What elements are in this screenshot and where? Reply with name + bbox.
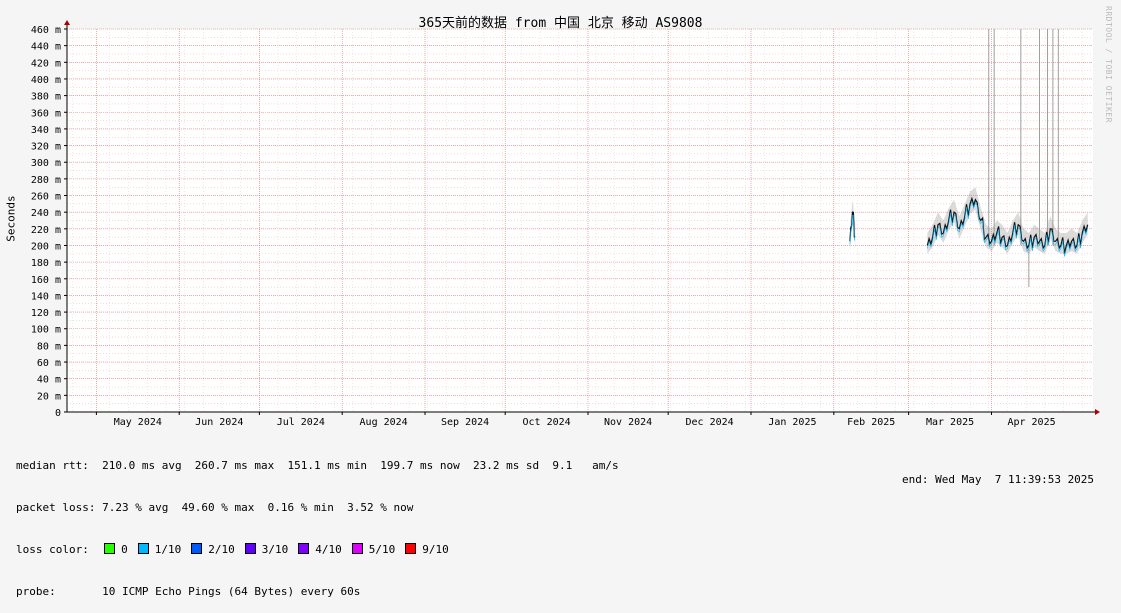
y-tick-label: 120 m [31,308,61,319]
loss-color-line: loss color: 0 1/10 2/10 3/10 4/10 5/10 9/10 [16,543,619,557]
x-tick-label: Nov 2024 [604,417,652,428]
x-tick-label: Oct 2024 [523,417,571,428]
rtt-chart: 0 20 m 40 m 60 m 80 m 100 m 120 m 140 m 160 m 180… [31,20,1100,428]
loss-color-list: 0 1/10 2/10 3/10 4/10 5/10 9/10 [102,543,457,556]
x-tick-label: Jul 2024 [277,417,325,428]
x-tick-label: Aug 2024 [360,417,408,428]
x-tick-label: Dec 2024 [686,417,734,428]
y-tick-label: 40 m [37,375,61,386]
loss-color-item-label: 0 [121,543,128,556]
loss-color-swatch [298,543,310,554]
y-tick-label: 220 m [31,225,61,236]
loss-color-item: 5/10 [350,543,396,556]
y-tick-label: 80 m [37,341,61,352]
loss-color-swatch [191,543,203,554]
y-tick-label: 0 [55,408,61,419]
packet-loss-line: packet loss: 7.23 % avg 49.60 % max 0.16… [16,501,414,514]
loss-color-item: 0 [102,543,128,556]
y-tick-label: 320 m [31,142,61,153]
loss-color-item-label: 4/10 [315,543,342,556]
x-tick-label: Jun 2024 [195,417,243,428]
loss-color-item-label: 3/10 [261,543,289,556]
y-tick-label: 380 m [31,92,61,103]
stats-legend: median rtt: 210.0 ms avg 260.7 ms max 15… [16,431,619,613]
y-tick-label: 200 m [31,241,61,252]
x-tick-label: May 2024 [114,417,162,428]
loss-color-item: 1/10 [136,543,182,556]
x-tick-label: Mar 2025 [926,417,974,428]
x-tick-label: Jan 2025 [768,417,816,428]
loss-color-item: 2/10 [189,543,235,556]
loss-color-item-label: 1/10 [154,543,182,556]
probe-line: probe: 10 ICMP Echo Pings (64 Bytes) eve… [16,585,361,598]
x-tick-label: Apr 2025 [1007,417,1055,428]
loss-color-swatch [405,543,417,554]
loss-color-item: 3/10 [243,543,289,556]
median-rtt-line: median rtt: 210.0 ms avg 260.7 ms max 15… [16,459,619,472]
y-tick-label: 440 m [31,42,61,53]
x-tick-label: Sep 2024 [441,417,489,428]
y-axis-label: Seconds [4,195,18,242]
y-tick-label: 180 m [31,258,61,269]
y-tick-label: 280 m [31,175,61,186]
loss-color-swatch [244,543,256,554]
y-tick-label: 420 m [31,58,61,69]
loss-color-label: loss color: [16,543,89,556]
y-axis-ticks: 0 20 m 40 m 60 m 80 m 100 m 120 m 140 m 160 m 180… [31,25,67,419]
y-tick-label: 260 m [31,192,61,203]
x-tick-label: Feb 2025 [847,417,895,428]
x-axis-ticks: May 2024 Jun 2024 Jul 2024 Aug 2024 Sep 2024… [95,412,1056,428]
loss-color-item-label: 2/10 [208,543,235,556]
y-tick-label: 20 m [37,391,61,402]
y-tick-label: 340 m [31,125,61,136]
loss-color-item: 4/10 [296,543,342,556]
loss-color-swatch [104,543,116,554]
loss-color-item-label: 9/10 [422,543,449,556]
y-tick-label: 360 m [31,108,61,119]
y-tick-label: 140 m [31,291,61,302]
y-tick-label: 60 m [37,358,61,369]
loss-color-item-label: 5/10 [368,543,396,556]
y-tick-label: 100 m [31,325,61,336]
x-axis-arrow [1095,409,1100,415]
rrdtool-watermark: RRDTOOL / TOBI OETIKER [1104,6,1113,123]
end-time: end: Wed May 7 11:39:53 2025 [902,473,1095,486]
y-tick-label: 300 m [31,158,61,169]
chart-title: 365天前的数据 from 中国 北京 移动 AS9808 [418,16,703,31]
y-tick-label: 160 m [31,275,61,286]
y-tick-label: 240 m [31,208,61,219]
loss-color-swatch [351,543,363,554]
loss-color-swatch [137,543,149,554]
loss-color-item: 9/10 [403,543,449,556]
y-tick-label: 400 m [31,75,61,86]
